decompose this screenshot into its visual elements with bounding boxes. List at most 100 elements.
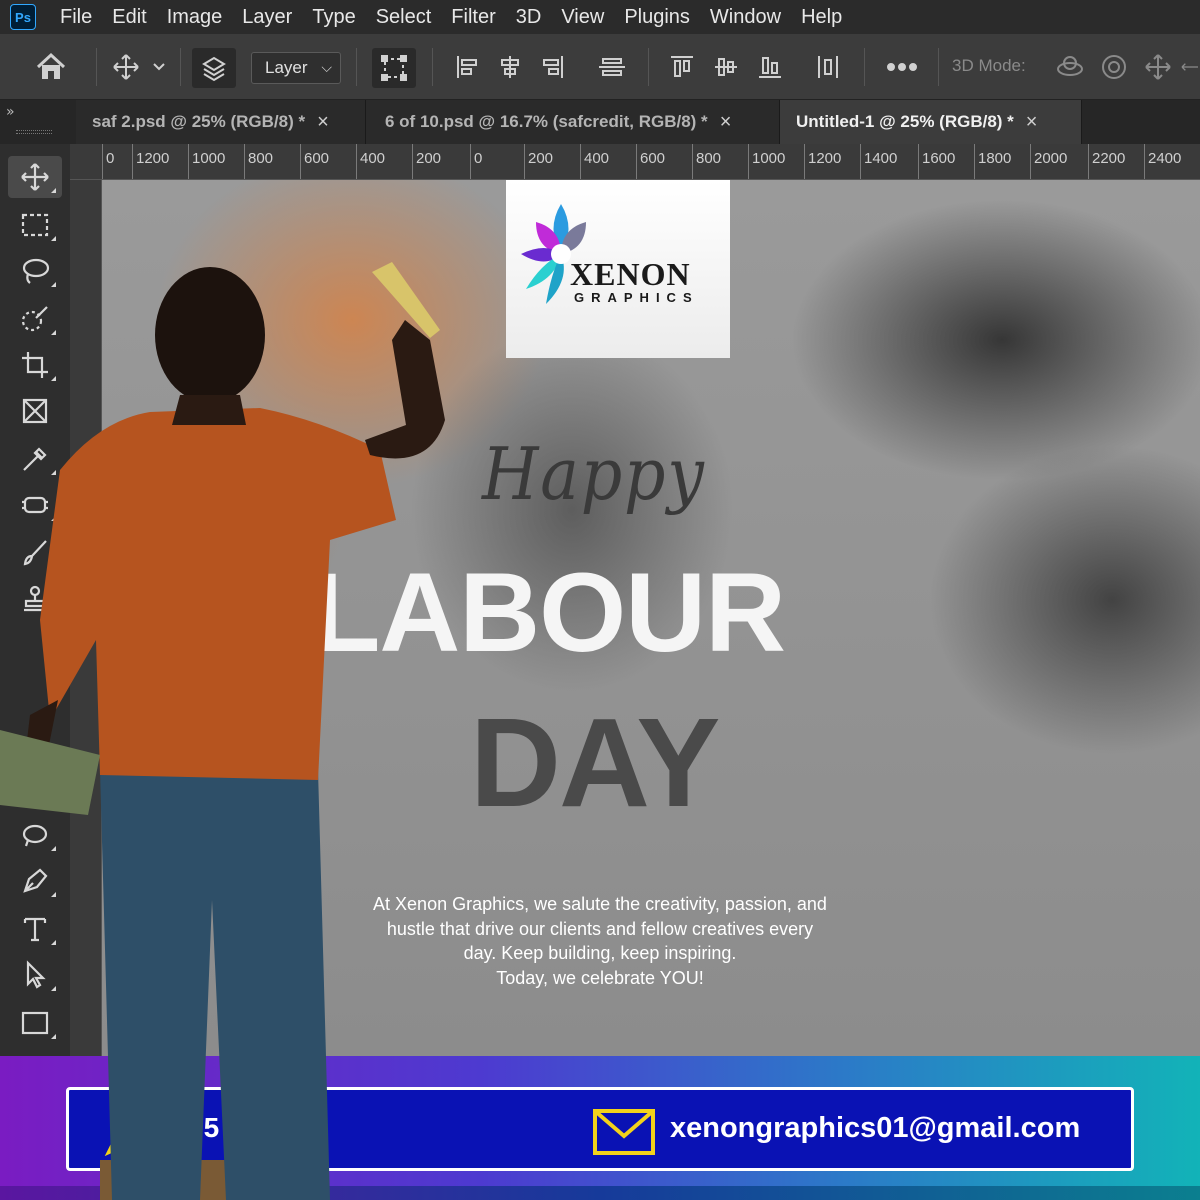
align-middle-icon[interactable] — [590, 34, 634, 100]
pen-tool-icon[interactable] — [8, 860, 62, 902]
separator — [648, 48, 649, 86]
rectangle-tool-icon[interactable] — [8, 1002, 62, 1044]
tab-label: 6 of 10.psd @ 16.7% (safcredit, RGB/8) * — [385, 112, 708, 131]
menu-filter[interactable]: Filter — [441, 6, 505, 29]
ruler-label: 1400 — [864, 150, 898, 167]
align-vertical-center-icon[interactable] — [706, 34, 746, 100]
show-transform-controls-icon[interactable] — [372, 48, 416, 88]
headline-labour: LABOUR — [312, 550, 786, 675]
expand-panels-icon[interactable]: » — [6, 104, 15, 120]
ruler-label: 800 — [248, 150, 274, 167]
ruler-tick — [188, 144, 189, 179]
logo-card: XENON GRAPHICS — [506, 180, 730, 358]
close-icon[interactable]: × — [720, 111, 732, 134]
auto-select-target-dropdown[interactable]: Layer ⌵ — [251, 52, 341, 84]
poster-message: At Xenon Graphics, we salute the creativ… — [302, 892, 898, 990]
ruler-tick — [1144, 144, 1145, 179]
ruler-label: 1200 — [136, 150, 170, 167]
message-line: At Xenon Graphics, we salute the creativ… — [373, 894, 827, 914]
menu-edit[interactable]: Edit — [102, 6, 156, 29]
ruler-label: 1000 — [192, 150, 226, 167]
menu-select[interactable]: Select — [366, 6, 442, 29]
brush-tool-icon[interactable] — [8, 532, 62, 574]
orbit-3d-icon[interactable] — [1050, 34, 1090, 100]
ruler-tick — [692, 144, 693, 179]
auto-select-icon[interactable] — [192, 48, 236, 88]
ruler-tick — [244, 144, 245, 179]
frame-tool-icon[interactable] — [8, 390, 62, 432]
clone-stamp-tool-icon[interactable] — [8, 578, 62, 620]
move-tool-icon[interactable] — [8, 156, 62, 198]
message-line: Today, we celebrate YOU! — [496, 967, 704, 988]
slide-3d-icon[interactable] — [1180, 34, 1200, 100]
align-horizontal-center-icon[interactable] — [490, 34, 530, 100]
ruler-label: 600 — [640, 150, 666, 167]
align-right-icon[interactable] — [532, 34, 572, 100]
type-tool-icon[interactable] — [8, 908, 62, 950]
mail-icon — [593, 1109, 655, 1155]
align-left-icon[interactable] — [448, 34, 488, 100]
ruler-tick — [470, 144, 471, 179]
marquee-tool-icon[interactable] — [8, 204, 62, 246]
menu-help[interactable]: Help — [791, 6, 852, 29]
roll-3d-icon[interactable] — [1094, 34, 1134, 100]
ruler-tick — [1030, 144, 1031, 179]
message-line: hustle that drive our clients and fellow… — [386, 918, 814, 939]
align-top-icon[interactable] — [662, 34, 702, 100]
headline-day: DAY — [470, 692, 720, 833]
menu-view[interactable]: View — [551, 6, 614, 29]
brand-name: XENON — [570, 256, 691, 292]
phone-number: 25 404402 — [188, 1112, 321, 1143]
options-bar: Layer ⌵ 3D Mode: — [0, 34, 1200, 100]
menu-window[interactable]: Window — [700, 6, 791, 29]
tab-6-of-10[interactable]: 6 of 10.psd @ 16.7% (safcredit, RGB/8) *… — [366, 100, 780, 144]
photoshop-logo-icon[interactable]: Ps — [10, 4, 36, 30]
ruler-label: 200 — [528, 150, 554, 167]
menu-layer[interactable]: Layer — [232, 6, 302, 29]
crop-tool-icon[interactable] — [8, 344, 62, 386]
move-options-icon[interactable] — [106, 34, 146, 100]
home-icon[interactable] — [22, 34, 80, 100]
menu-image[interactable]: Image — [157, 6, 233, 29]
quick-selection-tool-icon[interactable] — [8, 298, 62, 340]
ruler-label: 1800 — [978, 150, 1012, 167]
close-icon[interactable]: × — [1026, 111, 1038, 134]
ruler-tick — [132, 144, 133, 179]
pan-3d-icon[interactable] — [1138, 34, 1178, 100]
panel-grip[interactable] — [16, 130, 52, 134]
3d-mode-label: 3D Mode: — [952, 56, 1026, 75]
lasso-tool-icon[interactable] — [8, 250, 62, 292]
more-options-icon[interactable] — [878, 34, 926, 100]
left-ruler[interactable] — [70, 180, 102, 1060]
separator — [180, 48, 181, 86]
align-bottom-icon[interactable] — [750, 34, 790, 100]
menu-3d[interactable]: 3D — [506, 6, 552, 29]
eyedropper-tool-icon[interactable] — [8, 438, 62, 480]
distribute-icon[interactable] — [808, 34, 848, 100]
document-tab-bar: saf 2.psd @ 25% (RGB/8) * × 6 of 10.psd … — [0, 100, 1200, 144]
banner-bottom-strip — [0, 1186, 1200, 1200]
tab-untitled-1[interactable]: Untitled-1 @ 25% (RGB/8) * × — [780, 100, 1082, 144]
path-selection-tool-icon[interactable] — [8, 954, 62, 996]
menu-plugins[interactable]: Plugins — [614, 6, 700, 29]
top-ruler[interactable]: 0 1200 1000 800 600 400 200 0 200 400 600 800 1000 12… — [70, 144, 1200, 180]
ruler-label: 1200 — [808, 150, 842, 167]
chevron-down-icon[interactable] — [148, 34, 170, 100]
separator — [864, 48, 865, 86]
close-icon[interactable]: × — [317, 111, 329, 134]
tab-label: Untitled-1 @ 25% (RGB/8) * — [796, 112, 1014, 131]
ruler-tick — [300, 144, 301, 179]
spot-healing-tool-icon[interactable] — [8, 484, 62, 526]
ruler-label: 2400 — [1148, 150, 1182, 167]
ruler-tick — [974, 144, 975, 179]
tab-saf-2[interactable]: saf 2.psd @ 25% (RGB/8) * × — [76, 100, 366, 144]
ruler-tick — [102, 144, 103, 179]
dodge-tool-icon[interactable] — [8, 814, 62, 856]
ruler-label: 2200 — [1092, 150, 1126, 167]
menu-type[interactable]: Type — [302, 6, 365, 29]
ruler-label: 2000 — [1034, 150, 1068, 167]
menu-file[interactable]: File — [50, 6, 102, 29]
document-canvas[interactable]: XENON GRAPHICS Happy LABOUR DAY At Xenon… — [102, 180, 1200, 1060]
ruler-tick — [356, 144, 357, 179]
ruler-tick — [636, 144, 637, 179]
